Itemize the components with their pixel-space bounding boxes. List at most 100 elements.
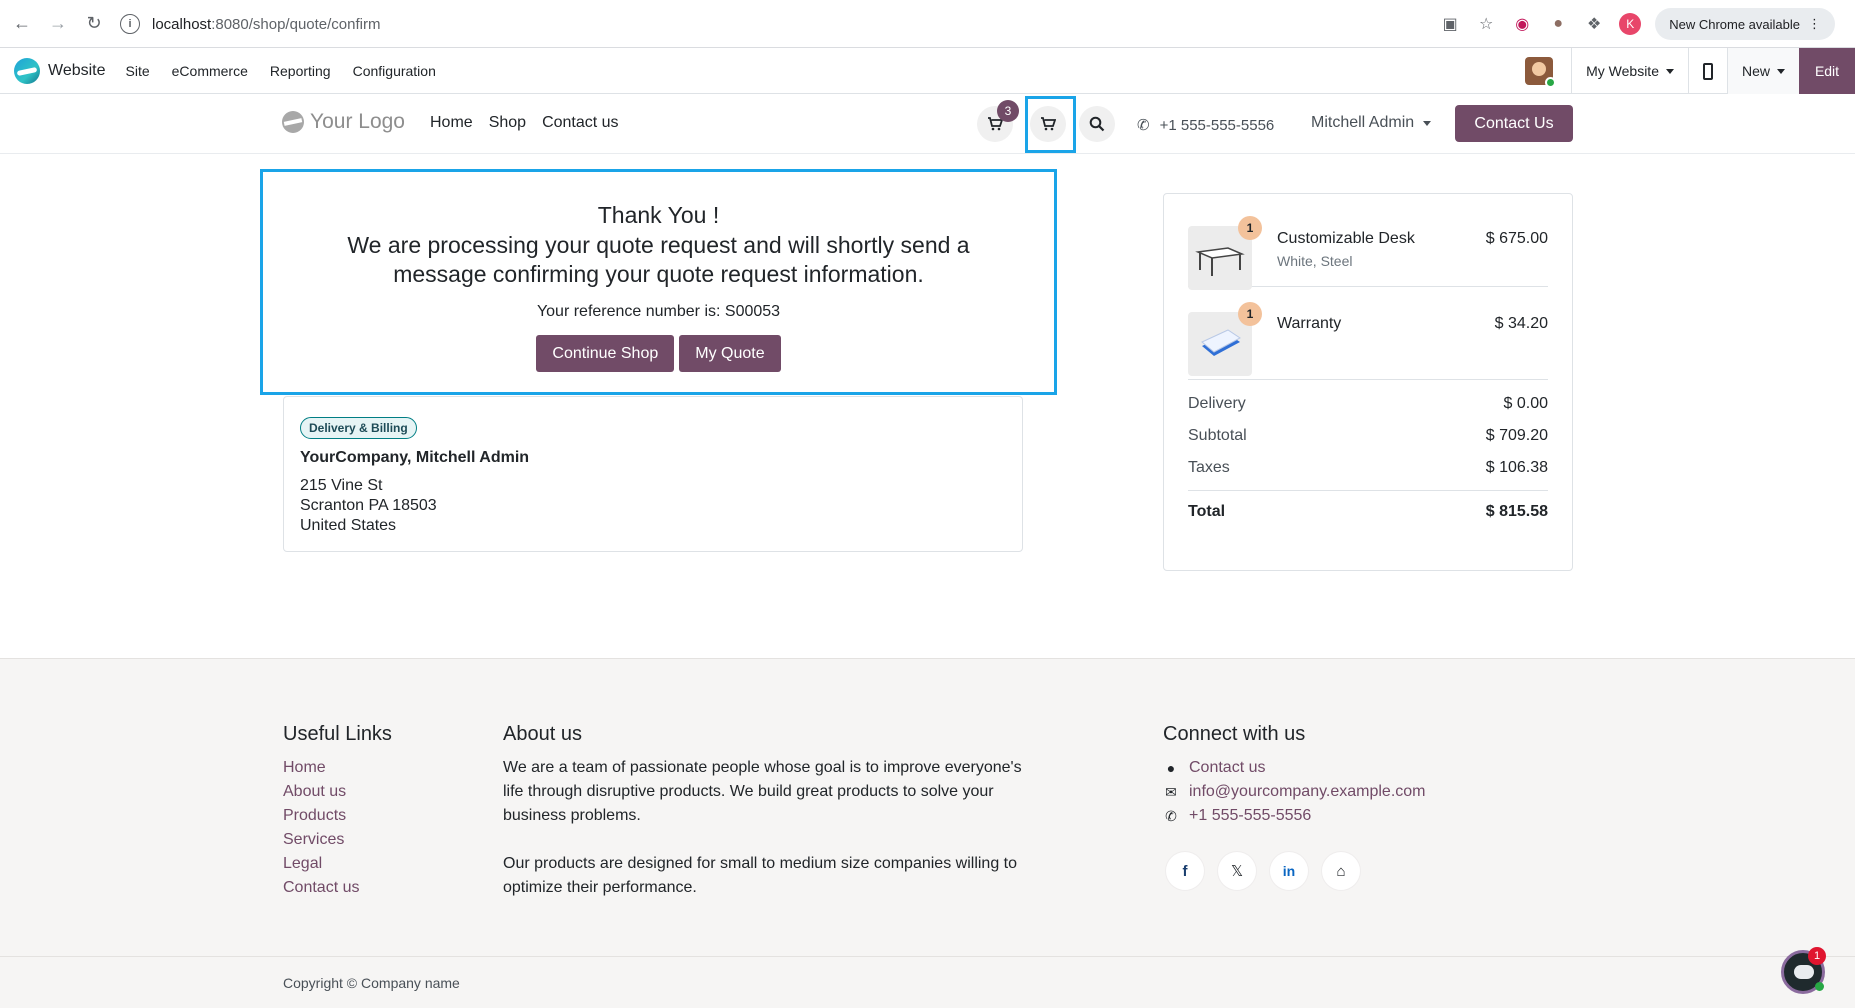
useful-links-column: Useful Links Home About us Products Serv… <box>283 723 392 900</box>
connect-title: Connect with us <box>1163 723 1306 745</box>
useful-links-title: Useful Links <box>283 723 392 745</box>
confirmation-title: Thank You ! <box>597 202 720 228</box>
confirmation-panel: Thank You ! We are processing your quote… <box>260 169 1057 395</box>
totals-section: Delivery $ 0.00 Subtotal $ 709.20 Taxes $ 1… <box>1188 388 1548 532</box>
item-quantity-badge: 1 <box>1238 216 1262 240</box>
address-bar[interactable]: i localhost:8080/shop/quote/confirm <box>120 8 1420 40</box>
menu-ecommerce[interactable]: eCommerce <box>172 63 248 79</box>
site-logo[interactable]: Your Logo <box>282 110 405 134</box>
continue-shop-button[interactable]: Continue Shop <box>536 335 675 372</box>
footer-link-services[interactable]: Services <box>283 828 392 852</box>
menu-reporting[interactable]: Reporting <box>270 63 331 79</box>
site-nav: Home Shop Contact us <box>430 114 619 132</box>
install-app-icon[interactable]: ▣ <box>1439 13 1461 35</box>
user-menu[interactable]: Mitchell Admin <box>1311 114 1432 132</box>
nav-contact-us[interactable]: Contact us <box>542 114 618 132</box>
mobile-preview-button[interactable] <box>1687 48 1727 94</box>
website-switcher[interactable]: My Website <box>1571 48 1688 94</box>
my-quote-button[interactable]: My Quote <box>679 335 781 372</box>
footer-email-link[interactable]: ✉ info@yourcompany.example.com <box>1163 780 1426 804</box>
user-name: Mitchell Admin <box>1311 114 1415 131</box>
search-button[interactable] <box>1079 106 1115 142</box>
item-price: $ 34.20 <box>1494 315 1548 332</box>
livechat-button[interactable]: 1 <box>1781 947 1826 994</box>
wishlist-count-badge: 3 <box>997 100 1019 122</box>
item-quantity-badge: 1 <box>1238 302 1262 326</box>
logo-mark-icon <box>282 111 304 133</box>
extension-color-icon[interactable]: ◉ <box>1511 13 1533 35</box>
taxes-label: Taxes <box>1188 459 1230 476</box>
subtotal-row: Subtotal $ 709.20 <box>1188 420 1548 452</box>
total-label: Total <box>1188 502 1226 520</box>
website-switcher-label: My Website <box>1586 63 1659 79</box>
header-contact-button[interactable]: Contact Us <box>1455 105 1573 142</box>
footer-link-products[interactable]: Products <box>283 804 392 828</box>
delivery-label: Delivery <box>1188 395 1246 412</box>
reference-number: Your reference number is: S00053 <box>536 303 781 320</box>
wishlist-button[interactable]: 3 <box>977 100 1019 142</box>
social-links: f 𝕏 in ⌂ <box>1166 852 1426 890</box>
online-status-icon <box>1815 982 1824 991</box>
edit-button[interactable]: Edit <box>1799 48 1855 94</box>
logo-text: Your Logo <box>310 110 405 133</box>
new-label: New <box>1741 63 1770 79</box>
chrome-update-button[interactable]: New Chrome available ⋮ <box>1655 8 1835 40</box>
mobile-icon <box>1702 62 1713 80</box>
subtotal-label: Subtotal <box>1188 427 1247 444</box>
footer-phone-link[interactable]: ✆ +1 555-555-5556 <box>1163 804 1426 828</box>
address-street: 215 Vine St <box>300 477 383 494</box>
copyright-bar: Copyright © Company name <box>0 956 1855 1008</box>
address-card: Delivery & Billing YourCompany, Mitchell… <box>283 396 1023 552</box>
about-paragraph-1: We are a team of passionate people whose… <box>503 759 1022 824</box>
footer-link-legal[interactable]: Legal <box>283 852 392 876</box>
delivery-row: Delivery $ 0.00 <box>1188 388 1548 420</box>
url-path: :8080/shop/quote/confirm <box>211 15 381 33</box>
comment-icon: ● <box>1166 760 1176 776</box>
footer-contact-link[interactable]: ● Contact us <box>1163 756 1426 780</box>
item-price: $ 675.00 <box>1485 230 1548 247</box>
chat-bubble-icon <box>1794 965 1814 979</box>
new-content-button[interactable]: New <box>1726 48 1799 94</box>
site-info-icon[interactable]: i <box>120 14 140 34</box>
bookmark-star-icon[interactable]: ☆ <box>1475 13 1497 35</box>
reload-icon[interactable]: ↻ <box>80 10 108 38</box>
extension-user-icon[interactable]: ● <box>1547 13 1569 35</box>
home-icon[interactable]: ⌂ <box>1322 852 1360 890</box>
menu-site[interactable]: Site <box>126 63 150 79</box>
extensions-puzzle-icon[interactable]: ❖ <box>1583 13 1605 35</box>
connect-column: Connect with us ● Contact us ✉ info@yourco… <box>1163 723 1426 890</box>
chat-unread-badge: 1 <box>1808 947 1826 965</box>
cart-highlight-outline <box>1025 96 1076 153</box>
forward-icon[interactable]: → <box>44 10 72 38</box>
app-brand[interactable]: Website <box>14 57 106 84</box>
summary-item: 1 Warranty $ 34.20 <box>1188 287 1548 380</box>
facebook-icon[interactable]: f <box>1166 852 1204 890</box>
back-icon[interactable]: ← <box>8 10 36 38</box>
nav-home[interactable]: Home <box>430 114 473 132</box>
profile-avatar[interactable]: K <box>1619 13 1642 35</box>
caret-down-icon <box>1665 68 1674 74</box>
browser-toolbar: ← → ↻ i localhost:8080/shop/quote/confir… <box>0 0 1855 48</box>
summary-item: 1 Customizable Desk White, Steel $ 675.0… <box>1188 194 1548 290</box>
footer-email: info@yourcompany.example.com <box>1189 783 1426 800</box>
address-name: YourCompany, Mitchell Admin <box>300 449 530 466</box>
kebab-menu-icon: ⋮ <box>1808 16 1821 31</box>
footer-link-contact[interactable]: Contact us <box>283 876 392 900</box>
order-summary: 1 Customizable Desk White, Steel $ 675.0… <box>1163 193 1573 571</box>
footer-link-about[interactable]: About us <box>283 780 392 804</box>
delivery-value: $ 0.00 <box>1503 395 1548 412</box>
footer-link-home[interactable]: Home <box>283 756 392 780</box>
x-icon[interactable]: 𝕏 <box>1218 852 1256 890</box>
nav-shop[interactable]: Shop <box>489 114 526 132</box>
update-label: New Chrome available <box>1669 16 1800 32</box>
user-avatar[interactable] <box>1525 57 1557 88</box>
copyright-text: Copyright © Company name <box>283 975 460 991</box>
linkedin-icon[interactable]: in <box>1270 852 1308 890</box>
header-phone[interactable]: ✆ +1 555-555-5556 <box>1137 116 1274 135</box>
address-city: Scranton PA 18503 <box>300 497 437 514</box>
footer-contact-label: Contact us <box>1189 759 1266 776</box>
website-header: Your Logo Home Shop Contact us 3 ✆ +1 55… <box>0 94 1855 154</box>
item-variant: White, Steel <box>1277 253 1353 269</box>
menu-configuration[interactable]: Configuration <box>353 63 436 79</box>
website-app-icon <box>14 57 40 84</box>
